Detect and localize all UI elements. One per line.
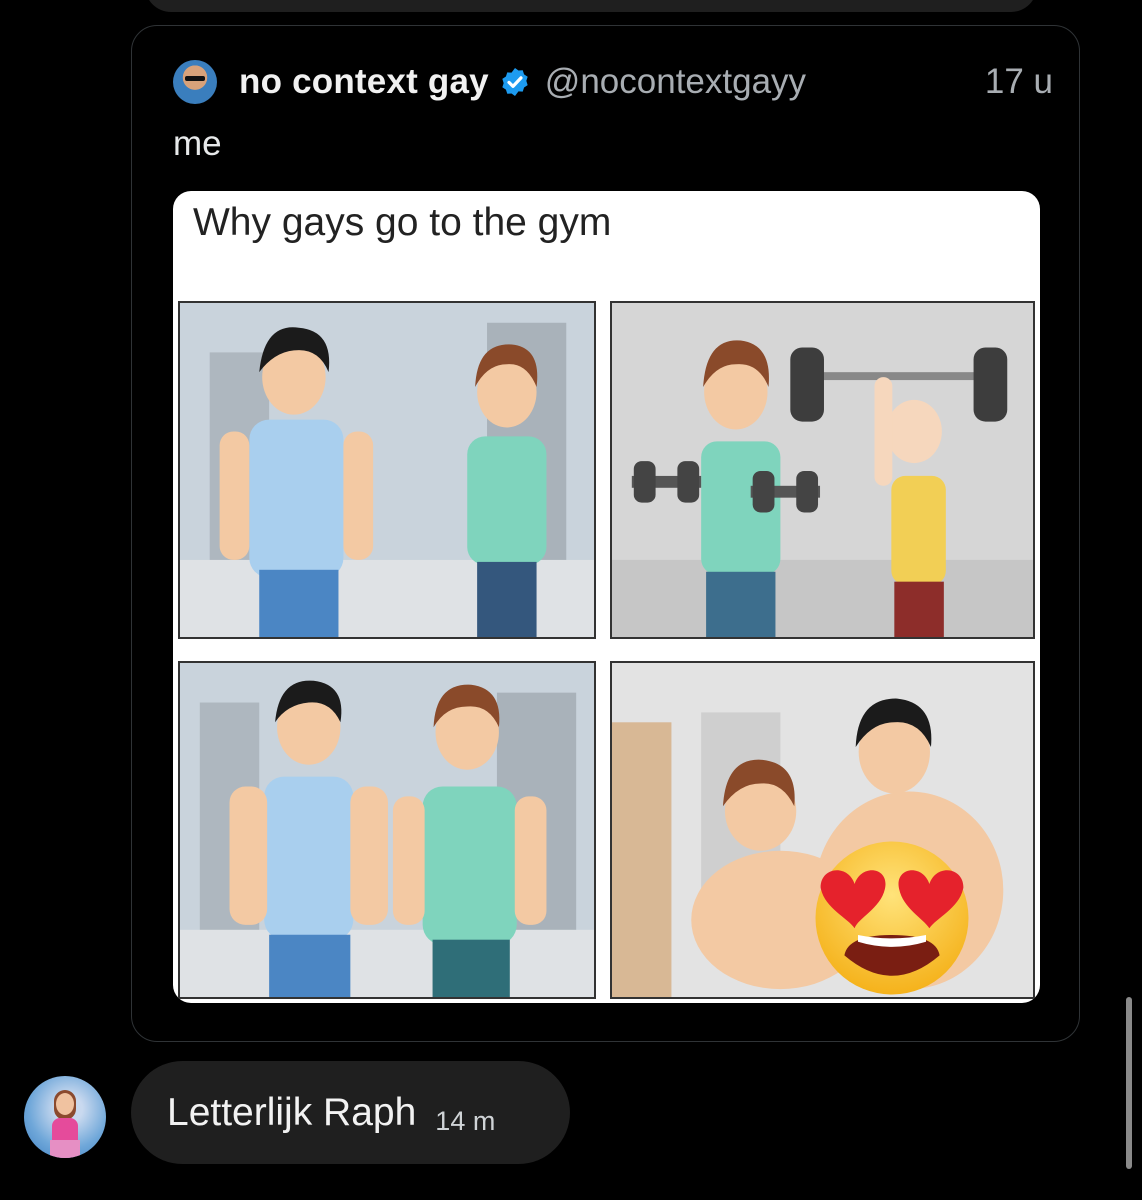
reply-text: Letterlijk Raph (167, 1090, 417, 1134)
reply-timestamp: 14 m (435, 1106, 496, 1136)
verified-badge-icon (499, 66, 531, 98)
reply-message-bubble[interactable]: Letterlijk Raph 14 m (131, 1061, 570, 1164)
previous-message-bubble[interactable] (145, 0, 1037, 12)
scrollbar[interactable] (1126, 997, 1132, 1169)
tweet-timestamp: 17 u (984, 62, 1053, 101)
reply-avatar[interactable] (24, 1076, 106, 1158)
meme-caption: Why gays go to the gym (193, 201, 612, 244)
author-name[interactable]: no context gay (239, 62, 489, 102)
quoted-tweet-header: no context gay @nocontextgayy 17 u (173, 57, 1053, 107)
comic-panel-2 (610, 301, 1035, 639)
quoted-tweet-card[interactable]: no context gay @nocontextgayy 17 u me Wh… (131, 25, 1080, 1042)
author-handle[interactable]: @nocontextgayy (545, 62, 806, 102)
tweet-text: me (173, 124, 222, 163)
comic-panel-4 (610, 661, 1035, 999)
heart-eyes-emoji-icon (815, 841, 969, 995)
tweet-media-image[interactable]: Why gays go to the gym (173, 191, 1040, 1003)
comic-panel-1 (178, 301, 596, 639)
comic-panel-3 (178, 661, 596, 999)
author-avatar[interactable] (173, 60, 217, 104)
